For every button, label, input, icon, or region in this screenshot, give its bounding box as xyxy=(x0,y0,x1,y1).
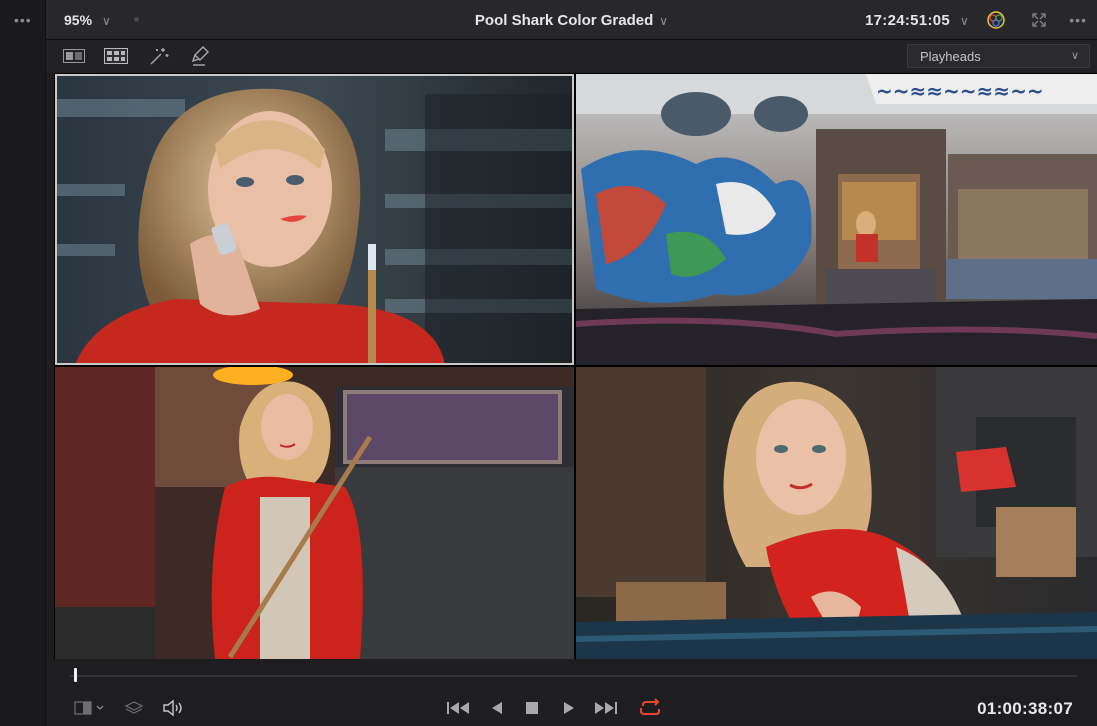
timeline-scrubber[interactable] xyxy=(54,662,1097,690)
playheads-dropdown[interactable]: Playheads ∨ xyxy=(907,44,1090,68)
split-screen-viewer[interactable]: ~~≈≈~~≈≈~~ xyxy=(54,73,1097,659)
highlight-pen-icon[interactable] xyxy=(189,45,213,67)
left-panel-gutter: ••• xyxy=(0,0,46,726)
source-timecode: 17:24:51:05 xyxy=(865,12,951,29)
clip-title: Pool Shark Color Graded xyxy=(474,12,654,29)
fullscreen-icon[interactable] xyxy=(1028,9,1050,31)
viewer-header: 95% ∨ Pool Shark Color Graded ∨ 17:24:51:0… xyxy=(46,0,1097,40)
viewer-tile-pool-table-closeup[interactable] xyxy=(576,367,1097,659)
magic-wand-icon[interactable] xyxy=(147,45,171,67)
ellipsis-icon[interactable]: ••• xyxy=(1069,12,1087,28)
layers-icon[interactable] xyxy=(124,698,144,718)
skip-to-start-icon[interactable] xyxy=(446,698,470,718)
stop-icon[interactable] xyxy=(525,698,539,718)
play-reverse-icon[interactable] xyxy=(490,698,504,718)
viewer-tile-graffiti-building[interactable]: ~~≈≈~~≈≈~~ xyxy=(576,74,1097,365)
color-wheel-icon[interactable] xyxy=(985,9,1007,31)
loop-icon[interactable] xyxy=(638,698,664,718)
viewer-tile-woman-on-phone[interactable] xyxy=(55,74,574,365)
svg-text:~~≈≈~~≈≈~~: ~~≈≈~~≈≈~~ xyxy=(876,79,1044,103)
viewer-toolbar: Playheads ∨ xyxy=(46,40,1097,72)
ellipsis-icon[interactable]: ••• xyxy=(14,12,32,28)
speaker-icon[interactable] xyxy=(162,698,184,718)
record-timecode: 01:00:38:07 xyxy=(977,699,1073,718)
skip-to-end-icon[interactable] xyxy=(594,698,618,718)
scrubber-track[interactable] xyxy=(70,675,1077,677)
source-timecode-dropdown[interactable]: 17:24:51:05 ∨ xyxy=(865,12,969,29)
split-screen-icon[interactable] xyxy=(104,45,128,67)
transport-bar: 01:00:38:07 xyxy=(46,690,1097,726)
chevron-down-icon: ∨ xyxy=(1070,50,1079,62)
playhead-handle[interactable] xyxy=(74,668,77,682)
chevron-down-icon: ∨ xyxy=(659,14,669,28)
playheads-dropdown-value: Playheads xyxy=(920,49,981,64)
play-icon[interactable] xyxy=(562,698,576,718)
single-viewer-icon[interactable] xyxy=(62,45,86,67)
chevron-down-icon: ∨ xyxy=(960,14,970,28)
viewer-tile-woman-with-cue[interactable] xyxy=(55,367,574,659)
viewer-mode-icon[interactable] xyxy=(74,698,106,718)
